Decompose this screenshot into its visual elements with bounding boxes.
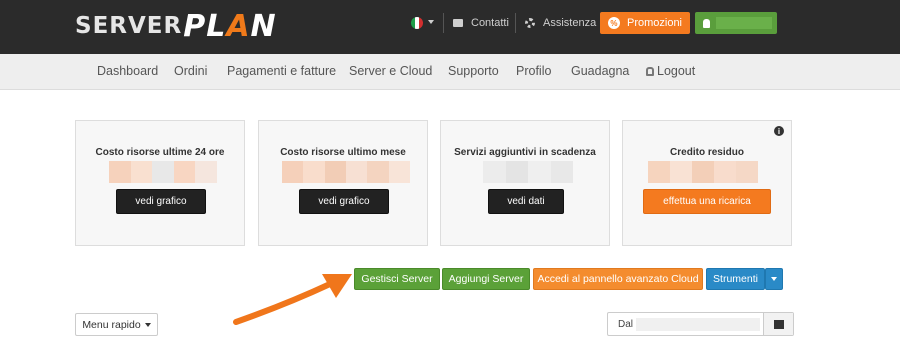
expiring-services-card: Servizi aggiuntivi in scadenza vedi dati (440, 120, 610, 246)
calendar-icon (773, 319, 784, 329)
promotions-button[interactable]: % Promozioni (600, 12, 690, 34)
nav-logout[interactable]: Logout (646, 64, 695, 78)
nav-guadagna[interactable]: Guadagna (571, 64, 629, 78)
divider (515, 13, 516, 33)
envelope-icon (453, 19, 463, 27)
redacted-value (648, 161, 758, 183)
quick-menu-dropdown[interactable]: Menu rapido (75, 313, 158, 336)
date-from-input[interactable] (636, 318, 760, 331)
calendar-button[interactable] (763, 313, 793, 335)
top-header: SERVER PLAN Contatti Assistenza % Promoz… (0, 0, 900, 54)
card-title: Costo risorse ultimo mese (280, 147, 406, 158)
user-icon (703, 18, 710, 28)
date-from-label: Dal (618, 319, 634, 330)
top-up-credit-button[interactable]: effettua una ricarica (643, 189, 771, 214)
divider (443, 13, 444, 33)
logo-text-plan: PLAN (183, 8, 277, 44)
logo-text-server: SERVER (75, 13, 183, 39)
manage-server-button[interactable]: Gestisci Server (354, 268, 440, 290)
info-icon[interactable]: i (774, 126, 784, 136)
lock-icon (646, 67, 654, 76)
gear-icon (525, 18, 535, 28)
nav-ordini[interactable]: Ordini (174, 64, 207, 78)
language-chevron-down-icon[interactable] (428, 20, 434, 24)
nav-dashboard[interactable]: Dashboard (97, 64, 158, 78)
user-account-button[interactable] (695, 12, 777, 34)
view-chart-button[interactable]: vedi grafico (299, 189, 389, 214)
tools-button[interactable]: Strumenti (706, 268, 765, 290)
chevron-down-icon (144, 322, 151, 327)
redacted-value (109, 161, 217, 183)
contacts-label: Contatti (471, 17, 509, 29)
nav-server-cloud[interactable]: Server e Cloud (349, 64, 432, 78)
remaining-credit-card: i Credito residuo effettua una ricarica (622, 120, 792, 246)
redacted-value (483, 161, 573, 183)
view-data-button[interactable]: vedi dati (488, 189, 564, 214)
main-navigation: Dashboard Ordini Pagamenti e fatture Ser… (0, 54, 900, 90)
username-redacted (716, 17, 772, 29)
view-chart-button[interactable]: vedi grafico (116, 189, 206, 214)
resource-cost-month-card: Costo risorse ultimo mese vedi grafico (258, 120, 428, 246)
card-title: Credito residuo (670, 147, 744, 158)
support-label: Assistenza (543, 17, 597, 29)
card-title: Servizi aggiuntivi in scadenza (454, 147, 596, 158)
nav-pagamenti-fatture[interactable]: Pagamenti e fatture (227, 64, 336, 78)
redacted-value (282, 161, 410, 183)
chevron-down-icon (771, 277, 777, 281)
nav-profilo[interactable]: Profilo (516, 64, 551, 78)
date-from-filter[interactable]: Dal (607, 312, 794, 336)
italy-flag-icon[interactable] (411, 17, 423, 29)
percent-icon: % (607, 17, 620, 29)
card-title: Costo risorse ultime 24 ore (95, 147, 225, 158)
tools-dropdown-toggle[interactable] (765, 268, 783, 290)
resource-cost-24h-card: Costo risorse ultime 24 ore vedi grafico (75, 120, 245, 246)
nav-supporto[interactable]: Supporto (448, 64, 499, 78)
cloud-panel-button[interactable]: Accedi al pannello avanzato Cloud (533, 268, 703, 290)
promotions-label: Promozioni (626, 17, 683, 29)
contacts-link[interactable]: Contatti (453, 17, 509, 29)
orange-arrow-annotation (233, 274, 352, 325)
serverplan-logo[interactable]: SERVER PLAN (75, 8, 277, 44)
support-link[interactable]: Assistenza (525, 17, 596, 29)
quick-menu-label: Menu rapido (82, 318, 141, 331)
add-server-button[interactable]: Aggiungi Server (442, 268, 530, 290)
